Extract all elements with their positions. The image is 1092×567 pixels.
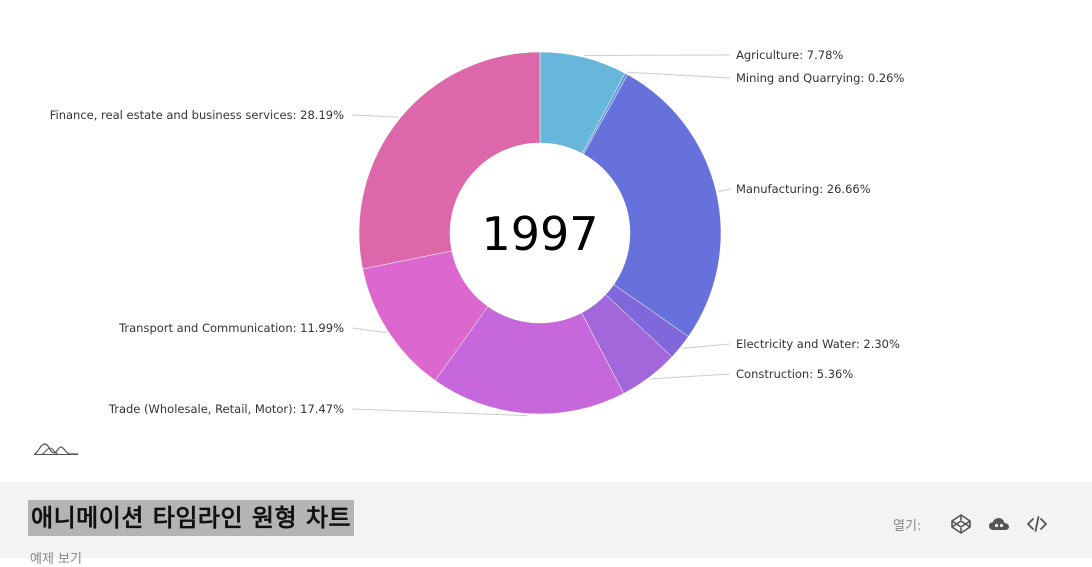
donut-chart: Agriculture: 7.78% Mining and Quarrying: … <box>0 0 1092 482</box>
cloud-icon[interactable] <box>987 512 1011 536</box>
label-tick-4 <box>682 344 730 348</box>
slice-label-2: Mining and Quarrying: 0.26% <box>736 71 905 85</box>
open-with-toolbar: 열기: <box>893 512 1049 536</box>
label-tick-5 <box>651 374 730 379</box>
slice-label-6: Trade (Wholesale, Retail, Motor): 17.47% <box>108 402 344 416</box>
codepen-icon[interactable] <box>949 512 973 536</box>
open-with-label: 열기: <box>893 515 921 534</box>
label-tick-2 <box>627 72 730 78</box>
label-tick-3 <box>718 189 730 192</box>
label-tick-7 <box>352 328 387 333</box>
slice-label-3: Manufacturing: 26.66% <box>736 182 871 196</box>
slice-label-7: Transport and Communication: 11.99% <box>118 321 344 335</box>
slice-label-8: Finance, real estate and business servic… <box>50 108 344 122</box>
slice-label-5: Construction: 5.36% <box>736 367 853 381</box>
demo-footer: 애니메이션 타임라인 원형 차트 예제 보기 열기: <box>0 482 1092 558</box>
center-year-label: 1997 <box>481 207 598 261</box>
label-tick-8 <box>352 115 398 117</box>
slice-label-4: Electricity and Water: 2.30% <box>736 337 900 351</box>
demo-title: 애니메이션 타임라인 원형 차트 <box>28 500 354 536</box>
chart-logo-icon <box>32 436 80 460</box>
chart-area: Agriculture: 7.78% Mining and Quarrying: … <box>0 0 1092 482</box>
code-icon[interactable] <box>1025 512 1049 536</box>
slice-label-1: Agriculture: 7.78% <box>736 48 843 62</box>
